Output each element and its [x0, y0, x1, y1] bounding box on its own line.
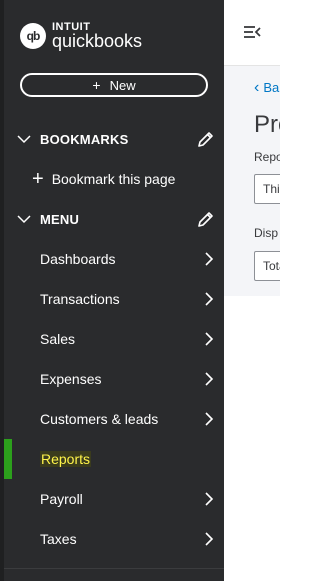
chevron-right-icon	[205, 532, 214, 546]
nav-item-customers-leads[interactable]: Customers & leads	[4, 399, 224, 439]
report-period-label: Repo	[254, 150, 280, 164]
nav-item-transactions[interactable]: Transactions	[4, 279, 224, 319]
chevron-right-icon	[205, 252, 214, 266]
nav-item-taxes[interactable]: Taxes	[4, 519, 224, 559]
chevron-right-icon	[205, 372, 214, 386]
display-columns-select[interactable]: Tota	[254, 251, 280, 281]
nav-item-payroll[interactable]: Payroll	[4, 479, 224, 519]
edit-bookmarks-pencil-icon[interactable]	[197, 131, 214, 148]
main-content: ‹Ba Pro Repo This Disp Tota	[224, 66, 280, 296]
chevron-right-icon	[205, 412, 214, 426]
top-bar	[224, 0, 280, 66]
back-link-label: Ba	[263, 80, 280, 95]
nav-item-label: Sales	[40, 331, 76, 347]
menu-header[interactable]: MENU	[16, 207, 216, 231]
plus-icon: +	[92, 77, 101, 93]
sidebar: qb INTUIT quickbooks + New BOOKMARKS + B…	[0, 0, 224, 581]
display-columns-label: Disp	[254, 226, 279, 240]
nav-item-dashboards[interactable]: Dashboards	[4, 239, 224, 279]
chevron-right-icon	[205, 292, 214, 306]
logo-quickbooks: quickbooks	[52, 31, 143, 51]
quickbooks-logo[interactable]: qb INTUIT quickbooks	[20, 21, 142, 51]
divider	[4, 568, 224, 569]
plus-icon: +	[32, 168, 44, 190]
back-link[interactable]: ‹ Ba	[254, 79, 279, 97]
menu-title: MENU	[40, 211, 80, 227]
edit-menu-pencil-icon[interactable]	[197, 211, 214, 228]
chevron-left-icon: ‹	[254, 79, 260, 96]
quickbooks-logo-icon: qb	[20, 23, 46, 49]
nav-item-label: Taxes	[40, 531, 77, 547]
nav-item-label: Transactions	[40, 291, 120, 307]
nav-item-label: Payroll	[40, 491, 83, 507]
chevron-right-icon	[205, 492, 214, 506]
nav-item-label: Reports	[40, 451, 92, 467]
new-button[interactable]: + New	[20, 73, 208, 97]
bookmark-this-page-label: Bookmark this page	[51, 171, 176, 187]
nav-item-sales[interactable]: Sales	[4, 319, 224, 359]
chevron-down-icon	[17, 215, 31, 224]
nav-item-reports[interactable]: Reports	[4, 439, 224, 479]
bookmarks-title: BOOKMARKS	[40, 131, 129, 147]
nav-item-label: Customers & leads	[40, 411, 159, 427]
report-period-select[interactable]: This	[254, 174, 280, 204]
chevron-right-icon	[205, 332, 214, 346]
logo-text: INTUIT quickbooks	[52, 22, 143, 51]
collapse-menu-icon[interactable]	[243, 24, 261, 40]
chevron-down-icon	[17, 135, 31, 144]
page-title: Pro	[254, 111, 280, 138]
bookmarks-header[interactable]: BOOKMARKS	[16, 127, 216, 151]
new-button-label: New	[109, 77, 136, 93]
nav-item-label: Dashboards	[40, 251, 116, 267]
nav-item-expenses[interactable]: Expenses	[4, 359, 224, 399]
bookmark-this-page[interactable]: + Bookmark this page	[32, 167, 175, 191]
nav-item-label: Expenses	[40, 371, 102, 387]
